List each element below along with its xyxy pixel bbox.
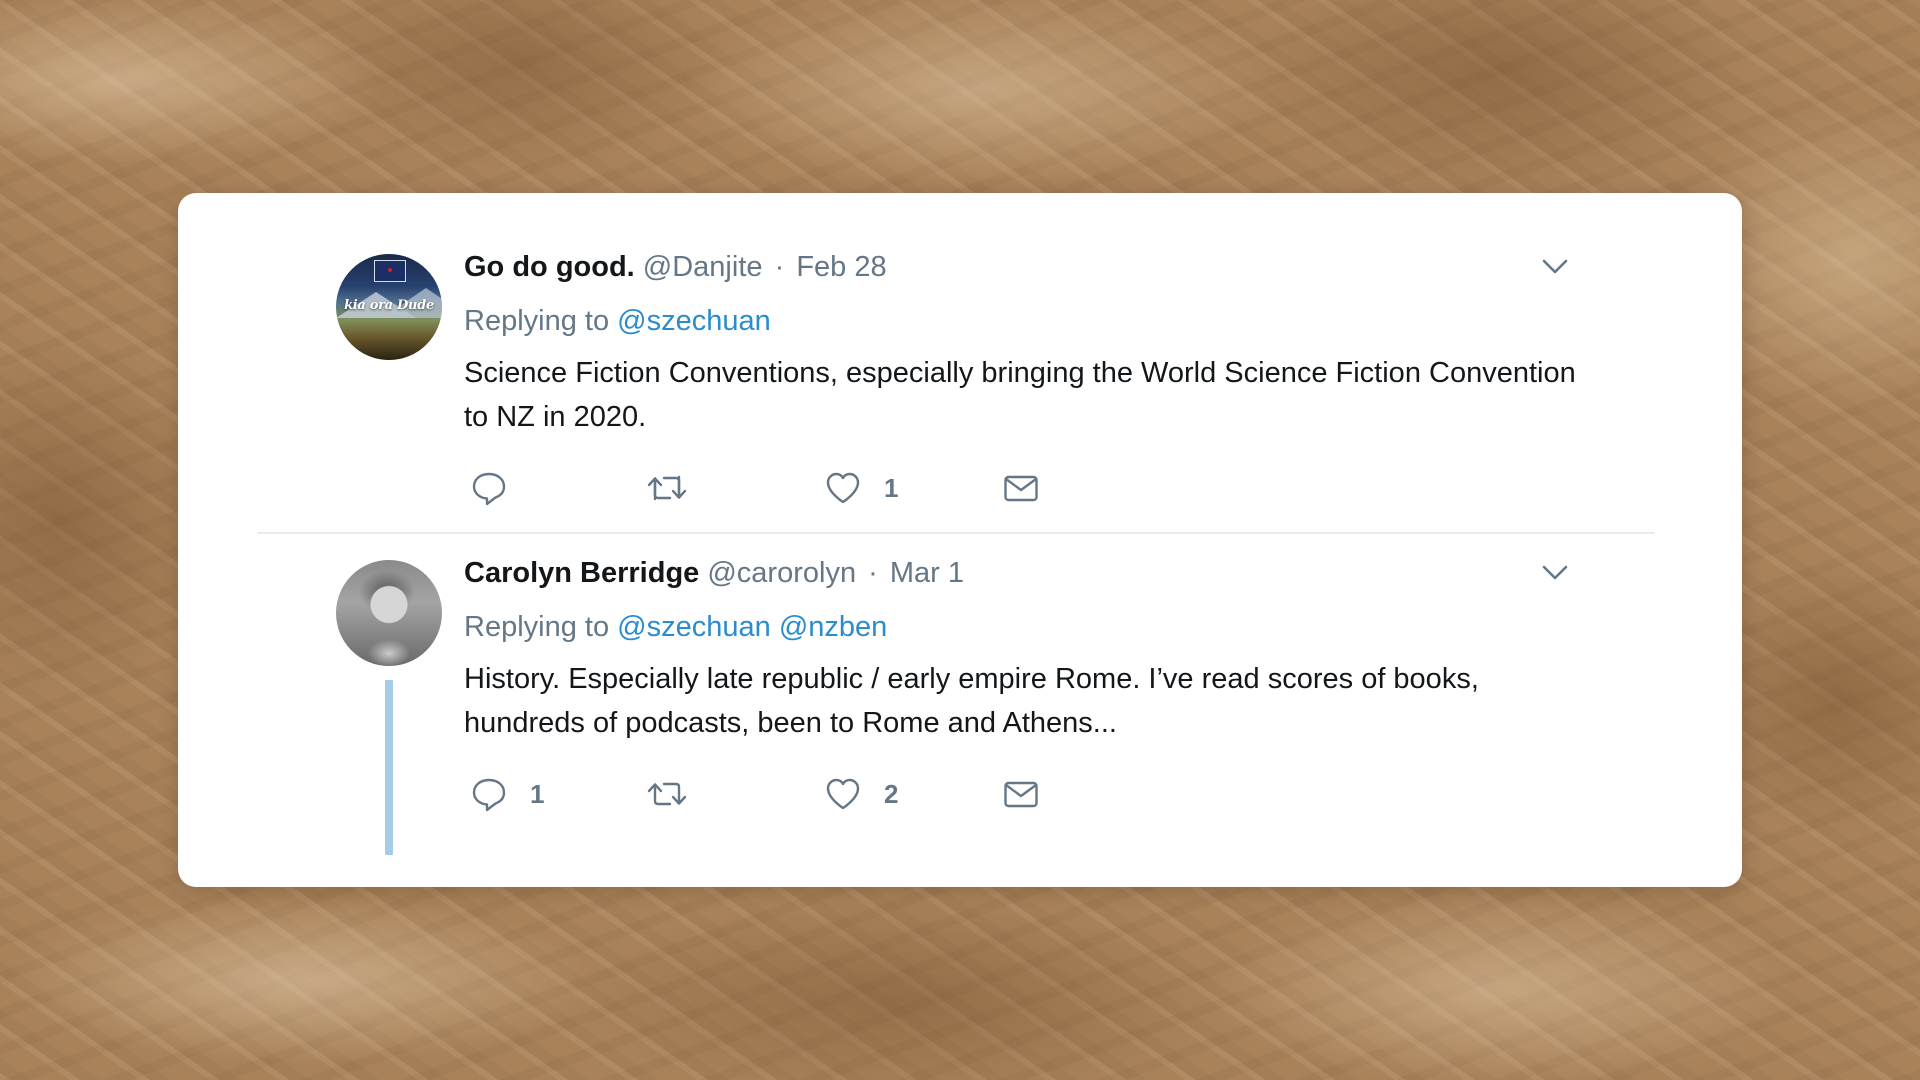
flag-icon	[374, 260, 406, 282]
tweet-actions: 1 2	[470, 774, 1170, 814]
like-count: 1	[884, 472, 899, 503]
avatar[interactable]	[336, 560, 442, 666]
like-icon	[826, 778, 860, 810]
avatar-sticker-text: kia ora Dude	[344, 298, 434, 313]
direct-message-icon	[1004, 475, 1038, 502]
retweet-icon	[647, 782, 687, 806]
reply-button[interactable]: 1	[470, 774, 544, 814]
retweet-icon	[647, 475, 687, 501]
user-handle[interactable]: @Danjite	[643, 251, 763, 283]
avatar[interactable]: kia ora Dude	[336, 254, 442, 360]
retweet-button[interactable]	[646, 468, 710, 508]
reply-button[interactable]	[470, 468, 530, 508]
display-name[interactable]: Go do good.	[464, 251, 635, 283]
user-handle[interactable]: @carorolyn	[707, 557, 856, 589]
tweet[interactable]: kia ora Dude Go do good. @Danjite · Feb …	[178, 193, 1742, 533]
replying-to-label: Replying to	[464, 611, 610, 643]
like-count: 2	[884, 778, 899, 809]
reply-icon	[472, 778, 506, 812]
replying-to-line: Replying to @szechuan	[464, 304, 771, 338]
tweet[interactable]: Carolyn Berridge @carorolyn · Mar 1 Repl…	[178, 533, 1742, 887]
retweet-button[interactable]	[646, 774, 710, 814]
tweet-actions: 1	[470, 468, 1170, 508]
reply-count: 1	[530, 778, 545, 809]
direct-message-button[interactable]	[1002, 774, 1040, 814]
replying-to-label: Replying to	[464, 305, 610, 337]
like-button[interactable]: 1	[824, 468, 898, 508]
tweet-text: Science Fiction Conventions, especially …	[464, 357, 1576, 433]
header-separator: ·	[868, 557, 878, 589]
tweet-header: Go do good. @Danjite · Feb 28	[464, 250, 887, 284]
tweet-date[interactable]: Mar 1	[890, 557, 964, 589]
mention-link[interactable]: @szechuan	[617, 305, 771, 337]
reply-icon	[472, 472, 506, 506]
like-button[interactable]: 2	[824, 774, 898, 814]
thread-connector-line	[385, 680, 393, 855]
display-name[interactable]: Carolyn Berridge	[464, 557, 699, 589]
tweet-date[interactable]: Feb 28	[796, 251, 886, 283]
direct-message-icon	[1004, 781, 1038, 808]
direct-message-button[interactable]	[1002, 468, 1040, 508]
replying-to-line: Replying to @szechuan @nzben	[464, 610, 887, 644]
chevron-down-icon[interactable]	[1540, 255, 1570, 279]
tweet-thread-card: kia ora Dude Go do good. @Danjite · Feb …	[178, 193, 1742, 887]
like-icon	[826, 472, 860, 504]
mention-link[interactable]: @szechuan	[617, 611, 771, 643]
chevron-down-icon[interactable]	[1540, 561, 1570, 585]
mention-link[interactable]: @nzben	[779, 611, 887, 643]
tweet-text: History. Especially late republic / earl…	[464, 663, 1479, 739]
tweet-header: Carolyn Berridge @carorolyn · Mar 1	[464, 556, 964, 590]
header-separator: ·	[774, 251, 785, 283]
